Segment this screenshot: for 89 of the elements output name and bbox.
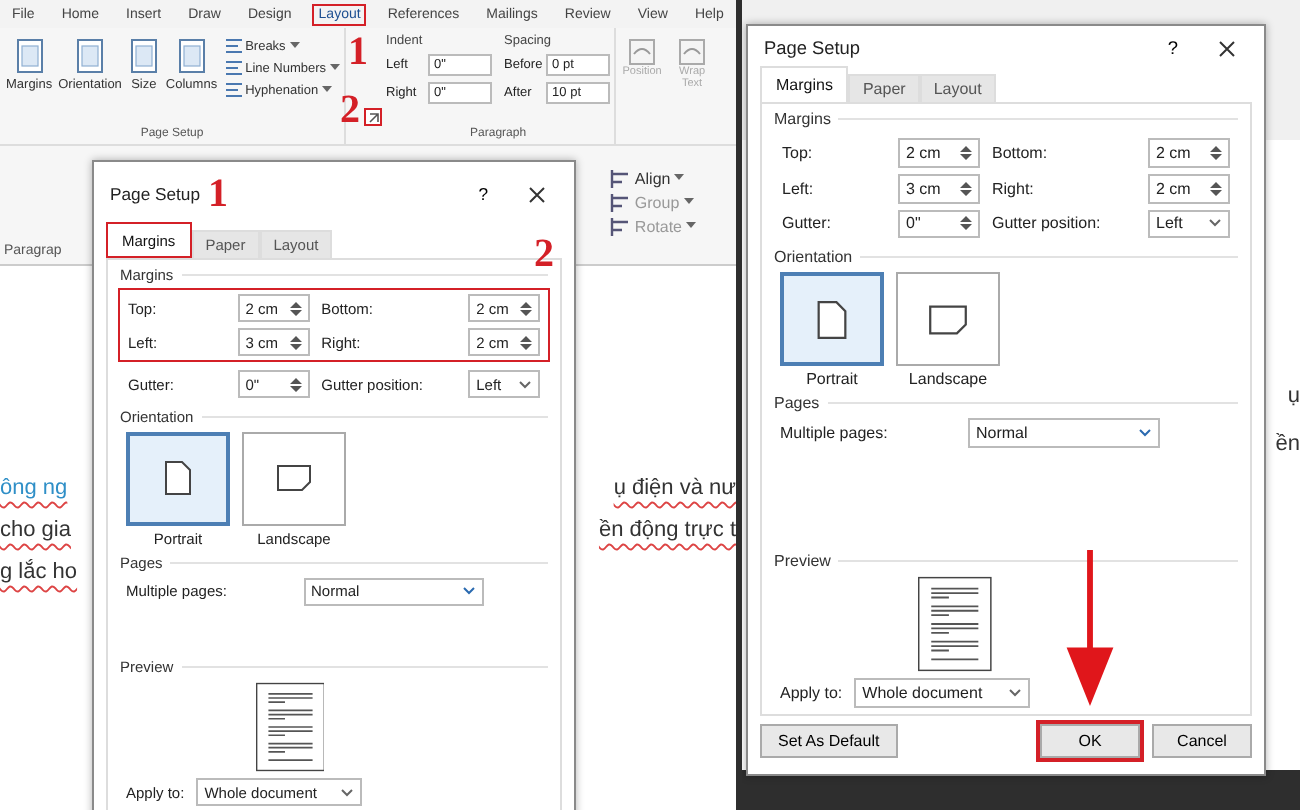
spinner-icon [960, 179, 972, 198]
document-text: ụ [1287, 384, 1300, 408]
page-preview-drawing [918, 576, 992, 673]
step-number: 1 [208, 174, 228, 214]
orientation-option[interactable] [780, 272, 884, 367]
chevron-icon [340, 787, 355, 797]
caret-icon [289, 42, 300, 50]
dialog-tab[interactable]: Margins [760, 66, 849, 102]
page-icon [127, 38, 160, 74]
document-text: ông ng [0, 476, 68, 500]
section-heading: Preview [774, 552, 831, 571]
dialog-button[interactable]: OK [1040, 724, 1140, 758]
orientation-option[interactable] [126, 432, 230, 526]
align-icon [610, 193, 631, 211]
dialog-tab[interactable]: Paper [848, 74, 920, 102]
spinner-icon [960, 214, 972, 233]
help-button[interactable]: ? [466, 184, 500, 204]
help-button[interactable]: ? [1155, 38, 1190, 58]
spin-field[interactable]: 0" [898, 209, 980, 239]
field-label: Apply to: [780, 684, 843, 703]
spinner-icon [1210, 179, 1222, 198]
field-label: Right: [992, 179, 1036, 198]
page-icon [164, 460, 192, 497]
dialog-tab[interactable]: Layout [919, 74, 996, 102]
chevron-icon [1008, 688, 1023, 699]
document-text: ụ điện và nư [613, 476, 736, 500]
document-text: cho gia [0, 518, 71, 542]
chevron-icon [462, 586, 476, 597]
spinner-icon [520, 299, 532, 317]
step-number: 1 [348, 32, 369, 72]
caret-icon [683, 198, 694, 206]
dropdown[interactable]: Whole document [854, 678, 1031, 708]
dropdown[interactable]: Normal [968, 418, 1160, 448]
spin-field[interactable]: 2 cm [1148, 138, 1230, 168]
section-heading: Orientation [774, 248, 853, 267]
option-label: Portrait [806, 370, 858, 389]
document-text: g lắc ho [0, 560, 78, 584]
orientation-option[interactable] [896, 272, 1000, 367]
picture-icon [678, 38, 707, 66]
spinner-icon [289, 333, 302, 351]
dropdown[interactable]: Left [1148, 209, 1230, 239]
chevron-icon [1138, 427, 1152, 438]
caret-icon [686, 222, 696, 230]
chevron-icon [518, 379, 532, 389]
spin-field[interactable]: 2 cm [1148, 173, 1230, 204]
caret-icon [322, 86, 333, 94]
dialog-title: Page Setup [110, 184, 200, 204]
dialog-launcher-button[interactable] [364, 108, 383, 126]
section-heading: Pages [774, 394, 820, 413]
picture-icon [628, 38, 657, 66]
spinner-icon [289, 299, 302, 317]
page-icon [276, 464, 312, 493]
lines-icon [225, 60, 242, 76]
field-label: Top: [782, 143, 815, 162]
page-icon [816, 299, 848, 340]
spinner-icon [960, 143, 972, 162]
spinner-icon [520, 333, 532, 351]
spin-field[interactable]: 2 cm [898, 138, 980, 168]
align-icon [610, 169, 631, 187]
align-icon [610, 217, 631, 235]
document-text: ền động trực t [598, 518, 736, 542]
option-label: Landscape [908, 370, 988, 389]
page-icon [175, 38, 208, 74]
section-heading: Margins [774, 110, 831, 128]
field-label: Gutter position: [992, 214, 1103, 233]
orientation-option[interactable] [242, 432, 346, 526]
caret-icon [674, 174, 685, 182]
dialog-title: Page Setup [764, 38, 861, 58]
document-text: ền [1275, 432, 1300, 456]
page-icon [928, 303, 968, 336]
field-label: Multiple pages: [780, 423, 890, 442]
page-preview-drawing [255, 682, 324, 772]
lines-icon [225, 38, 242, 54]
field-label: Bottom: [992, 143, 1050, 162]
dialog-button[interactable]: Set As Default [760, 724, 898, 758]
spinner-icon [289, 375, 302, 393]
spinner-icon [1210, 143, 1222, 162]
page-icon [74, 38, 107, 74]
spin-field[interactable]: 3 cm [898, 173, 980, 204]
dialog-button[interactable]: Cancel [1152, 724, 1252, 758]
chevron-icon [1208, 218, 1222, 229]
ribbon-menu-button[interactable]: Align [610, 169, 696, 187]
step-number: 2 [340, 90, 361, 130]
page-icon [13, 38, 46, 74]
step-number: 2 [534, 234, 554, 274]
lines-icon [225, 82, 242, 98]
field-label: Gutter: [782, 214, 833, 233]
caret-icon [330, 64, 341, 72]
field-label: Left: [782, 179, 816, 198]
